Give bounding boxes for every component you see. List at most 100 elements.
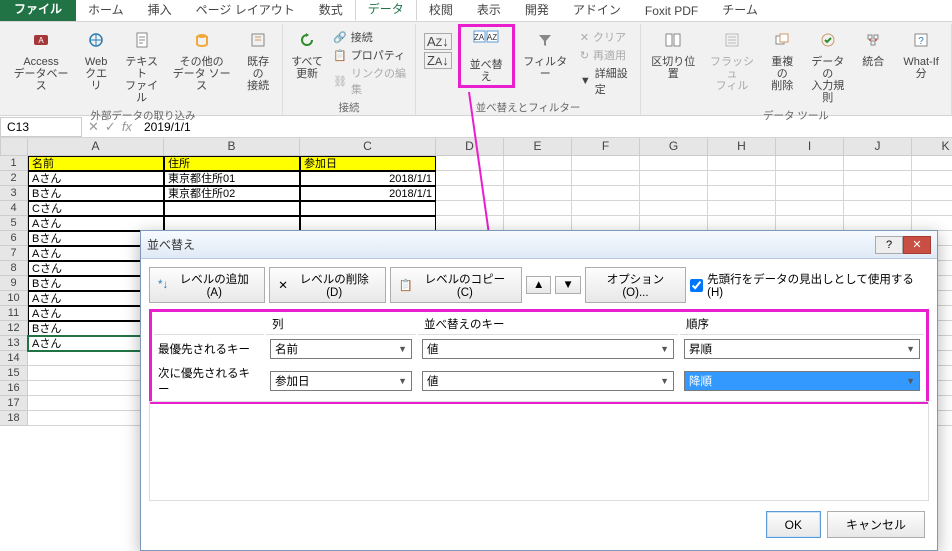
data-cell[interactable]: 2018/1/1 — [300, 171, 436, 186]
data-cell[interactable]: Cさん — [28, 201, 164, 216]
connections-button[interactable]: 🔗接続 — [329, 28, 411, 46]
col-header[interactable]: K — [912, 138, 952, 156]
empty-cell[interactable] — [844, 186, 912, 201]
web-query-button[interactable]: Web クエリ — [76, 24, 116, 94]
secondary-sorton-combo[interactable]: 値▼ — [422, 371, 674, 391]
empty-cell[interactable] — [844, 156, 912, 171]
header-cell[interactable]: 住所 — [164, 156, 300, 171]
other-sources-button[interactable]: その他の データ ソース — [167, 24, 236, 94]
empty-cell[interactable] — [504, 156, 572, 171]
whatif-button[interactable]: ?What-If 分 — [895, 24, 947, 82]
empty-cell[interactable] — [436, 156, 504, 171]
col-header[interactable]: I — [776, 138, 844, 156]
tab-review[interactable]: 校閲 — [417, 0, 465, 21]
col-header[interactable]: F — [572, 138, 640, 156]
empty-cell[interactable] — [572, 201, 640, 216]
empty-cell[interactable] — [776, 216, 844, 231]
clear-filter-button[interactable]: ✕クリア — [576, 28, 636, 46]
empty-cell[interactable] — [640, 216, 708, 231]
refresh-all-button[interactable]: すべて 更新 — [287, 24, 327, 82]
empty-cell[interactable] — [572, 216, 640, 231]
col-header[interactable]: G — [640, 138, 708, 156]
header-cell[interactable]: 参加日 — [300, 156, 436, 171]
move-up-button[interactable]: ▲ — [526, 276, 551, 294]
row-header[interactable]: 17 — [0, 396, 28, 411]
empty-cell[interactable] — [912, 171, 952, 186]
empty-cell[interactable] — [844, 216, 912, 231]
sort-desc-button[interactable]: ZA↓ — [420, 51, 456, 70]
empty-cell[interactable] — [572, 171, 640, 186]
row-header[interactable]: 15 — [0, 366, 28, 381]
secondary-column-combo[interactable]: 参加日▼ — [270, 371, 412, 391]
row-header[interactable]: 18 — [0, 411, 28, 426]
empty-cell[interactable] — [504, 186, 572, 201]
row-header[interactable]: 6 — [0, 231, 28, 246]
empty-cell[interactable] — [640, 156, 708, 171]
empty-cell[interactable] — [844, 171, 912, 186]
data-validation-button[interactable]: データの 入力規則 — [804, 24, 851, 106]
copy-level-button[interactable]: 📋レベルのコピー(C) — [390, 267, 522, 303]
empty-cell[interactable] — [504, 216, 572, 231]
col-header[interactable]: E — [504, 138, 572, 156]
primary-order-combo[interactable]: 昇順▼ — [684, 339, 920, 359]
col-header[interactable]: B — [164, 138, 300, 156]
col-header[interactable]: C — [300, 138, 436, 156]
empty-cell[interactable] — [708, 186, 776, 201]
row-header[interactable]: 14 — [0, 351, 28, 366]
tab-data[interactable]: データ — [355, 0, 417, 21]
empty-cell[interactable] — [504, 171, 572, 186]
empty-cell[interactable] — [436, 186, 504, 201]
select-all-corner[interactable] — [0, 138, 28, 156]
primary-column-combo[interactable]: 名前▼ — [270, 339, 412, 359]
empty-cell[interactable] — [776, 186, 844, 201]
row-header[interactable]: 8 — [0, 261, 28, 276]
sort-asc-button[interactable]: AZ↓ — [420, 32, 456, 51]
row-header[interactable]: 10 — [0, 291, 28, 306]
add-level-button[interactable]: *↓レベルの追加(A) — [149, 267, 265, 303]
remove-dup-button[interactable]: 重複の 削除 — [762, 24, 802, 94]
empty-cell[interactable] — [436, 216, 504, 231]
row-header[interactable]: 2 — [0, 171, 28, 186]
empty-cell[interactable] — [708, 171, 776, 186]
data-cell[interactable]: Bさん — [28, 186, 164, 201]
empty-cell[interactable] — [640, 201, 708, 216]
empty-cell[interactable] — [912, 156, 952, 171]
row-header[interactable]: 3 — [0, 186, 28, 201]
filter-button[interactable]: フィルター — [517, 24, 574, 82]
formula-bar[interactable]: 2019/1/1 — [138, 118, 952, 136]
tab-home[interactable]: ホーム — [76, 0, 136, 21]
empty-cell[interactable] — [572, 186, 640, 201]
row-header[interactable]: 1 — [0, 156, 28, 171]
empty-cell[interactable] — [776, 201, 844, 216]
header-row-checkbox-wrap[interactable]: 先頭行をデータの見出しとして使用する(H) — [690, 271, 929, 299]
data-cell[interactable]: 東京都住所01 — [164, 171, 300, 186]
sort-button[interactable]: ZAAZ並べ替え — [463, 27, 510, 85]
advanced-filter-button[interactable]: ▼詳細設定 — [576, 64, 636, 98]
empty-cell[interactable] — [436, 201, 504, 216]
empty-cell[interactable] — [912, 186, 952, 201]
data-cell[interactable]: Aさん — [28, 216, 164, 231]
tab-formulas[interactable]: 数式 — [307, 0, 355, 21]
secondary-order-combo[interactable]: 降順▼ — [684, 371, 920, 391]
data-cell[interactable]: 東京都住所02 — [164, 186, 300, 201]
row-header[interactable]: 16 — [0, 381, 28, 396]
header-row-checkbox[interactable] — [690, 279, 703, 292]
tab-view[interactable]: 表示 — [465, 0, 513, 21]
empty-cell[interactable] — [912, 201, 952, 216]
primary-sorton-combo[interactable]: 値▼ — [422, 339, 674, 359]
tab-addins[interactable]: アドイン — [561, 0, 633, 21]
col-header[interactable]: J — [844, 138, 912, 156]
empty-cell[interactable] — [708, 201, 776, 216]
tab-file[interactable]: ファイル — [0, 0, 76, 21]
data-cell[interactable] — [164, 201, 300, 216]
row-header[interactable]: 5 — [0, 216, 28, 231]
tab-page-layout[interactable]: ページ レイアウト — [184, 0, 307, 21]
data-cell[interactable] — [300, 216, 436, 231]
access-db-button[interactable]: AAccess データベース — [8, 24, 74, 94]
data-cell[interactable] — [164, 216, 300, 231]
empty-cell[interactable] — [504, 201, 572, 216]
data-cell[interactable] — [300, 201, 436, 216]
fx-icon[interactable]: fx — [122, 119, 132, 135]
empty-cell[interactable] — [844, 201, 912, 216]
data-cell[interactable]: Aさん — [28, 171, 164, 186]
